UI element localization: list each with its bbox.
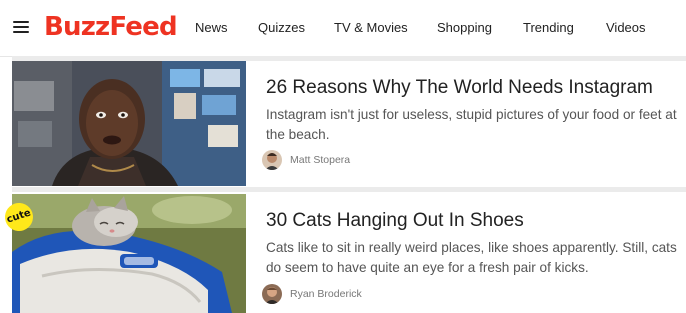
- site-header: BuzzFeed News Quizzes TV & Movies Shoppi…: [0, 0, 686, 57]
- post-thumbnail[interactable]: [12, 61, 246, 186]
- author-name[interactable]: Matt Stopera: [290, 153, 350, 167]
- hamburger-menu-icon[interactable]: [13, 19, 29, 34]
- feed-divider: [12, 187, 686, 192]
- author-name[interactable]: Ryan Broderick: [290, 287, 362, 301]
- post-description: Instagram isn't just for useless, stupid…: [266, 107, 677, 142]
- nav-trending[interactable]: Trending: [523, 18, 574, 38]
- nav-news[interactable]: News: [195, 18, 228, 38]
- nav-videos[interactable]: Videos: [606, 18, 646, 38]
- post-thumbnail[interactable]: [12, 194, 246, 313]
- nav-shopping[interactable]: Shopping: [437, 18, 492, 38]
- nav-tv-movies[interactable]: TV & Movies: [334, 18, 408, 38]
- buzzfeed-logo[interactable]: BuzzFeed: [44, 11, 178, 43]
- nav-quizzes[interactable]: Quizzes: [258, 18, 305, 38]
- author-avatar[interactable]: [262, 150, 282, 170]
- post-description: Cats like to sit in really weird places,…: [266, 240, 677, 275]
- post-title[interactable]: 30 Cats Hanging Out In Shoes: [266, 209, 686, 233]
- post-title[interactable]: 26 Reasons Why The World Needs Instagram: [266, 76, 686, 100]
- author-avatar[interactable]: [262, 284, 282, 304]
